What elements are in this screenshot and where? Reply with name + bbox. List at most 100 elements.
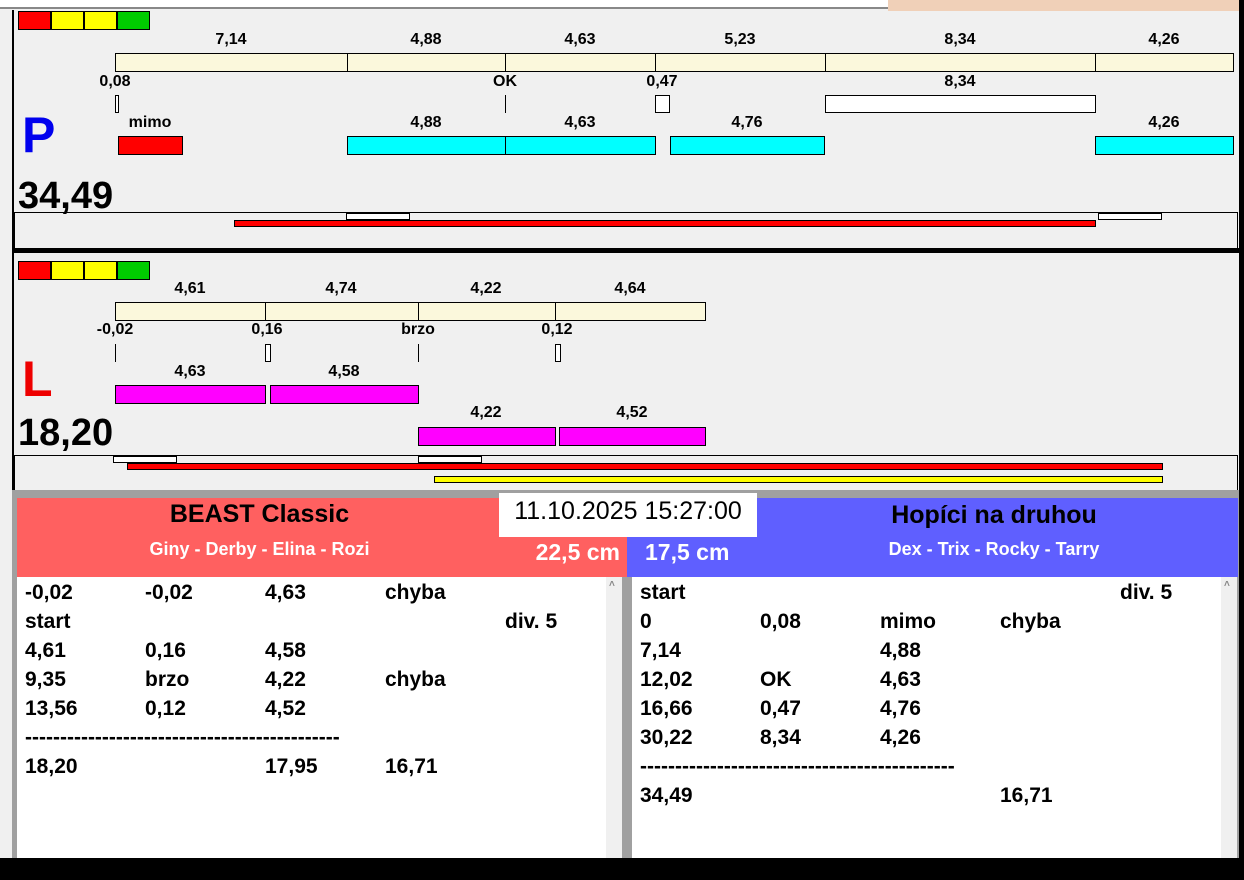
offset-label: OK [493, 73, 517, 90]
offset-label: 0,12 [541, 321, 573, 338]
result-cell: 18,20 [25, 755, 78, 778]
result-cell: 16,71 [1000, 784, 1053, 807]
run-bar [270, 385, 419, 404]
run-bar [418, 427, 556, 446]
result-cell: 0,12 [145, 697, 186, 720]
right-edge [1239, 0, 1244, 880]
team-right-name: Hopíci na druhou [891, 501, 1097, 529]
team-left-results: -0,02 -0,02 4,63 chyba start div. 5 4,61 0,16 4,… [17, 577, 606, 858]
team-left-name: BEAST Classic [169, 500, 350, 528]
result-cell: 9,35 [25, 668, 66, 691]
run-label: 4,58 [328, 363, 360, 380]
result-cell: 34,49 [640, 784, 693, 807]
offset-label: 0,08 [99, 73, 131, 90]
offset-label: -0,02 [96, 321, 134, 338]
lane-letter-p: P [22, 107, 56, 163]
team-left-scrollbar[interactable]: ˄ [606, 577, 622, 858]
result-cell: 0,08 [760, 610, 801, 633]
time-label: 5,23 [724, 31, 756, 48]
result-cell: 4,88 [880, 639, 921, 662]
offset-marker [115, 344, 116, 362]
result-cell: 8,34 [760, 726, 801, 749]
time-label: 4,22 [470, 280, 502, 297]
run-label: mimo [128, 114, 172, 131]
team-right-dogs: Dex - Trix - Rocky - Tarry [888, 539, 1100, 559]
top-toolbar [0, 0, 888, 9]
result-cell: 0,47 [760, 697, 801, 720]
result-cell: 4,63 [880, 668, 921, 691]
result-cell: 4,58 [265, 639, 306, 662]
time-bar [655, 53, 826, 72]
status-legend-l [18, 261, 150, 280]
result-cell: div. 5 [1120, 581, 1173, 604]
run-label: 4,76 [731, 114, 763, 131]
datetime-display: 11.10.2025 15:27:00 [499, 493, 757, 537]
offset-marker [265, 344, 271, 362]
time-bar [505, 53, 656, 72]
result-cell: 7,14 [640, 639, 681, 662]
time-label: 4,88 [410, 31, 442, 48]
result-cell: 17,95 [265, 755, 318, 778]
lane-total-l: 18,20 [18, 412, 114, 454]
result-cell: ----------------------------------------… [25, 726, 340, 749]
run-bar [115, 385, 266, 404]
result-cell: 4,63 [265, 581, 306, 604]
offset-marker [555, 344, 561, 362]
time-label: 4,74 [325, 280, 357, 297]
time-bar [1095, 53, 1234, 72]
time-bar [115, 53, 348, 72]
bottom-edge [0, 858, 1244, 880]
run-label: 4,63 [174, 363, 206, 380]
time-bar [825, 53, 1096, 72]
run-bar [670, 136, 825, 155]
offset-label: brzo [401, 321, 435, 338]
run-bar [1095, 136, 1234, 155]
run-bar [505, 136, 656, 155]
result-cell: 13,56 [25, 697, 78, 720]
status-legend-p [18, 11, 150, 30]
offset-marker [115, 95, 119, 113]
timeline-p [14, 212, 1238, 248]
result-cell: 30,22 [640, 726, 693, 749]
result-cell: 0,16 [145, 639, 186, 662]
result-cell: div. 5 [505, 610, 558, 633]
result-cell: 0 [640, 610, 652, 633]
result-cell: 4,52 [265, 697, 306, 720]
team-left-height: 22,5 cm [535, 539, 620, 565]
time-label: 7,14 [215, 31, 247, 48]
offset-marker [505, 95, 506, 113]
run-bar [347, 136, 506, 155]
team-left-dogs: Giny - Derby - Elina - Rozi [149, 539, 370, 559]
team-right-results: start div. 5 0 0,08 mimo chyba 7,14 4,88 12,02 OK… [632, 577, 1221, 858]
result-cell: ----------------------------------------… [640, 755, 955, 778]
result-cell: -0,02 [145, 581, 193, 604]
offset-label: 8,34 [944, 73, 976, 90]
result-cell: start [640, 581, 686, 604]
time-bar [555, 302, 706, 321]
offset-marker [655, 95, 670, 113]
offset-marker [418, 344, 419, 362]
offset-marker [825, 95, 1096, 113]
time-bar [347, 53, 506, 72]
run-label: 4,88 [410, 114, 442, 131]
run-bar [559, 427, 706, 446]
result-cell: brzo [145, 668, 190, 691]
offset-label: 0,16 [251, 321, 283, 338]
run-label: 4,22 [470, 404, 502, 421]
result-cell: chyba [385, 581, 446, 604]
timeline-l [14, 455, 1238, 490]
time-label: 4,26 [1148, 31, 1180, 48]
team-right-height: 17,5 cm [645, 539, 730, 565]
result-cell: OK [760, 668, 792, 691]
run-bar [118, 136, 183, 155]
result-cell: 12,02 [640, 668, 693, 691]
time-label: 4,63 [564, 31, 596, 48]
result-cell: chyba [1000, 610, 1061, 633]
offset-label: 0,47 [646, 73, 678, 90]
lane-letter-l: L [22, 351, 53, 407]
time-bar [115, 302, 266, 321]
result-cell: 4,76 [880, 697, 921, 720]
time-label: 4,64 [614, 280, 646, 297]
run-label: 4,63 [564, 114, 596, 131]
team-right-scrollbar[interactable]: ˄ [1221, 577, 1237, 858]
